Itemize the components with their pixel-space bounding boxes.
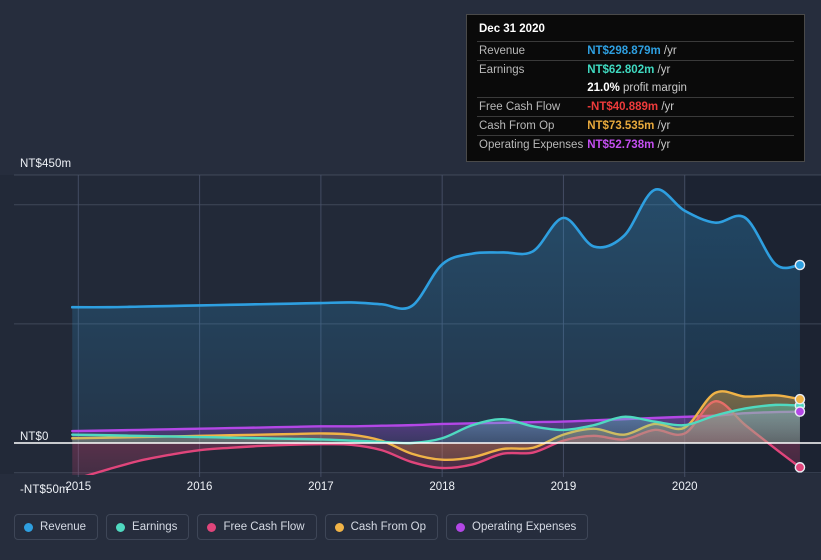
x-axis-label: 2017 [308,481,334,493]
tooltip-margin-value: 21.0% profit margin [587,82,687,94]
legend-color-dot-icon [24,522,33,532]
tooltip-row: Revenue NT$298.879m /yr [477,41,794,61]
legend-color-dot-icon [456,522,466,532]
data-tooltip: Dec 31 2020 Revenue NT$298.879m /yr Earnin… [466,14,805,162]
tooltip-date: Dec 31 2020 [479,23,545,35]
tooltip-row: Cash From Op NT$73.535m /yr [477,116,794,136]
tooltip-row-label: Operating Expenses [477,135,586,154]
financial-chart-page: NT$450m NT$0 -NT$50m 2015 2016 2017 2018 2019 2… [0,0,821,560]
tooltip-row: Earnings NT$62.802m /yr [477,60,794,79]
tooltip-row-label: Earnings [477,60,586,79]
tooltip-row-value: -NT$40.889m /yr [585,97,794,117]
x-axis-label: 2015 [65,481,92,493]
tooltip-row-value: NT$62.802m /yr [585,60,794,79]
legend-item-revenue[interactable]: Revenue [14,514,99,540]
tooltip-row-label: Cash From Op [477,116,586,136]
legend-item-label: Cash From Op [350,521,427,533]
legend-item-label: Earnings [132,521,178,533]
legend-item-cash-from-op[interactable]: Cash From Op [324,514,439,540]
legend-item-earnings[interactable]: Earnings [106,514,190,540]
x-axis-label: 2018 [429,481,455,493]
x-axis-label: 2019 [550,481,577,493]
tooltip-row-value: NT$52.738m /yr [585,135,794,154]
tooltip-table: Revenue NT$298.879m /yr Earnings NT$62.802m… [477,41,794,154]
x-axis-label: 2016 [186,481,213,493]
tooltip-row: Operating Expenses NT$52.738m /yr [477,135,794,154]
legend-item-label: Operating Expenses [472,521,577,533]
legend-item-operating-expenses[interactable]: Operating Expenses [446,514,589,540]
tooltip-row-value: NT$73.535m /yr [585,116,794,136]
x-axis-label: 2020 [671,481,698,493]
tooltip-margin-spacer [477,79,585,98]
tooltip-row: Free Cash Flow -NT$40.889m /yr [477,97,794,117]
tooltip-row-label: Free Cash Flow [477,97,586,117]
y-axis-label: NT$0 [20,431,49,443]
chart-legend: Revenue Earnings Free Cash Flow Cash From O… [14,514,589,540]
tooltip-profit-margin-row: 21.0% profit margin [477,79,794,98]
legend-item-label: Revenue [40,521,87,533]
legend-color-dot-icon [116,522,126,532]
y-axis-label: -NT$50m [20,483,69,496]
y-axis-label: NT$450m [20,158,72,170]
legend-item-label: Free Cash Flow [223,521,305,533]
tooltip-row-value: NT$298.879m /yr [585,41,794,61]
legend-color-dot-icon [334,522,344,532]
legend-item-free-cash-flow[interactable]: Free Cash Flow [197,514,317,540]
legend-color-dot-icon [207,522,217,532]
tooltip-row-label: Revenue [477,41,586,61]
